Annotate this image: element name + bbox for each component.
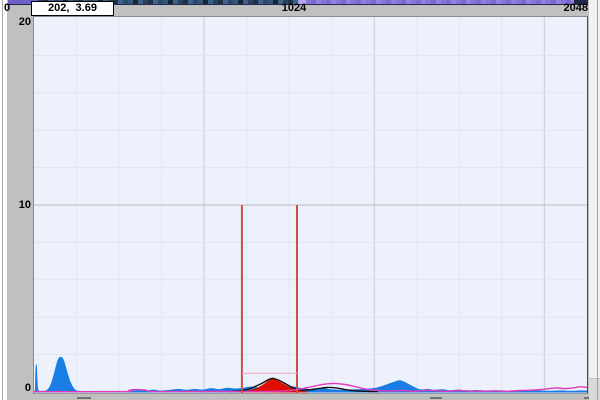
scrollbar-corner xyxy=(589,378,600,400)
cursor-readout: 202, 3.69 xyxy=(31,1,114,16)
y-axis-label-0: 0 xyxy=(7,382,31,394)
y-axis-label-20: 20 xyxy=(7,16,31,28)
x-axis-header: 0 202, 3.69 1024 2048 xyxy=(7,0,589,16)
left-border-line xyxy=(2,0,3,400)
spectrum-chart[interactable] xyxy=(34,17,587,393)
mca-spectrum-window: 0 202, 3.69 1024 2048 20 10 0 xyxy=(0,0,600,400)
right-border-line xyxy=(597,0,598,400)
density-strip-segment xyxy=(306,0,574,4)
x-axis-label-0: 0 xyxy=(4,3,10,14)
y-axis-label-10: 10 xyxy=(7,199,31,211)
spectrum-plot-area[interactable] xyxy=(33,16,588,394)
window-bottom-strip xyxy=(7,394,589,400)
clipped-tick-label xyxy=(77,397,91,399)
window-right-border xyxy=(589,0,600,400)
clipped-tick-label xyxy=(430,397,442,399)
window-left-border xyxy=(0,0,7,400)
x-axis-label-2048: 2048 xyxy=(544,3,588,14)
x-axis-label-1024: 1024 xyxy=(274,3,314,14)
